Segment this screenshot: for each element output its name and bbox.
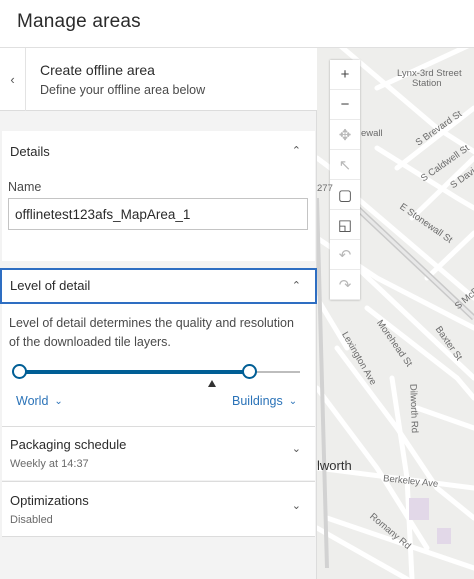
- cursor-icon: ↖: [338, 156, 352, 174]
- map-label-dilworth: lworth: [317, 458, 352, 473]
- window-title: Manage areas: [17, 11, 141, 32]
- max-level-value: Buildings: [232, 394, 283, 408]
- zoom-in-button[interactable]: +: [330, 60, 360, 90]
- redo-icon: ↷: [338, 276, 352, 294]
- chevron-down-icon: ⌄: [291, 500, 301, 512]
- level-of-detail-slider[interactable]: [12, 362, 300, 387]
- title-bar: Manage areas: [0, 0, 474, 48]
- current-level-marker: [208, 380, 216, 387]
- map-label-station-2: Station: [412, 78, 442, 89]
- undo-icon: ↶: [338, 246, 352, 264]
- minus-icon: −: [340, 96, 350, 113]
- map-toolbar: + − ✥ ↖ ▢ ◱ ↶ ↷: [330, 60, 360, 300]
- chevron-down-icon: ⌄: [291, 443, 301, 455]
- packaging-schedule-value: Weekly at 14:37: [10, 458, 89, 470]
- slider-max-thumb[interactable]: [242, 364, 257, 379]
- level-of-detail-description: Level of detail determines the quality a…: [9, 316, 294, 349]
- min-level-select[interactable]: World ⌄: [16, 394, 63, 408]
- packaging-schedule-label: Packaging schedule: [10, 437, 127, 452]
- details-header[interactable]: Details ⌃: [2, 131, 315, 171]
- chevron-up-icon: ⌃: [291, 145, 301, 157]
- select-button[interactable]: ↖: [330, 150, 360, 180]
- name-label: Name: [8, 180, 42, 194]
- map-label-stonewall-short: ewall: [361, 128, 383, 139]
- slider-min-thumb[interactable]: [12, 364, 27, 379]
- slider-range-fill: [18, 370, 250, 374]
- move-icon: ✥: [338, 126, 352, 144]
- level-of-detail-label: Level of detail: [10, 278, 91, 293]
- draw-rectangle-button[interactable]: ▢: [330, 180, 360, 210]
- panel-title: Create offline area: [40, 62, 155, 78]
- max-level-select[interactable]: Buildings ⌄: [232, 394, 297, 408]
- map-label-dilworth-rd: Dilworth Rd: [407, 383, 420, 434]
- optimizations-label: Optimizations: [10, 493, 89, 508]
- plus-icon: +: [340, 66, 350, 83]
- offline-area-panel: ‹ Create offline area Define your offlin…: [0, 48, 317, 579]
- undo-button[interactable]: ↶: [330, 240, 360, 270]
- details-label: Details: [10, 144, 50, 159]
- polygon-icon: ◱: [337, 216, 353, 234]
- rectangle-add-icon: ▢: [337, 186, 353, 204]
- back-button[interactable]: ‹: [0, 48, 26, 111]
- map-label-277: 277: [317, 183, 333, 194]
- panel-subtitle: Define your offline area below: [40, 83, 206, 97]
- level-of-detail-header[interactable]: Level of detail ⌃: [0, 268, 317, 304]
- name-input[interactable]: [8, 198, 308, 230]
- redo-button[interactable]: ↷: [330, 270, 360, 300]
- details-section: Details ⌃ Name: [2, 131, 315, 261]
- pan-button[interactable]: ✥: [330, 120, 360, 150]
- chevron-down-icon: ⌄: [288, 395, 298, 407]
- optimizations-section[interactable]: Optimizations Disabled ⌄: [2, 481, 315, 537]
- chevron-up-icon: ⌃: [291, 280, 301, 292]
- zoom-out-button[interactable]: −: [330, 90, 360, 120]
- draw-polygon-button[interactable]: ◱: [330, 210, 360, 240]
- optimizations-value: Disabled: [10, 514, 53, 526]
- map-view[interactable]: + − ✥ ↖ ▢ ◱ ↶ ↷ Lynx-3rd Street Station …: [317, 48, 474, 579]
- min-level-value: World: [16, 394, 49, 408]
- chevron-left-icon: ‹: [10, 72, 15, 87]
- packaging-schedule-section[interactable]: Packaging schedule Weekly at 14:37 ⌄: [2, 426, 315, 480]
- panel-header: ‹ Create offline area Define your offlin…: [0, 48, 317, 111]
- chevron-down-icon: ⌄: [54, 395, 63, 407]
